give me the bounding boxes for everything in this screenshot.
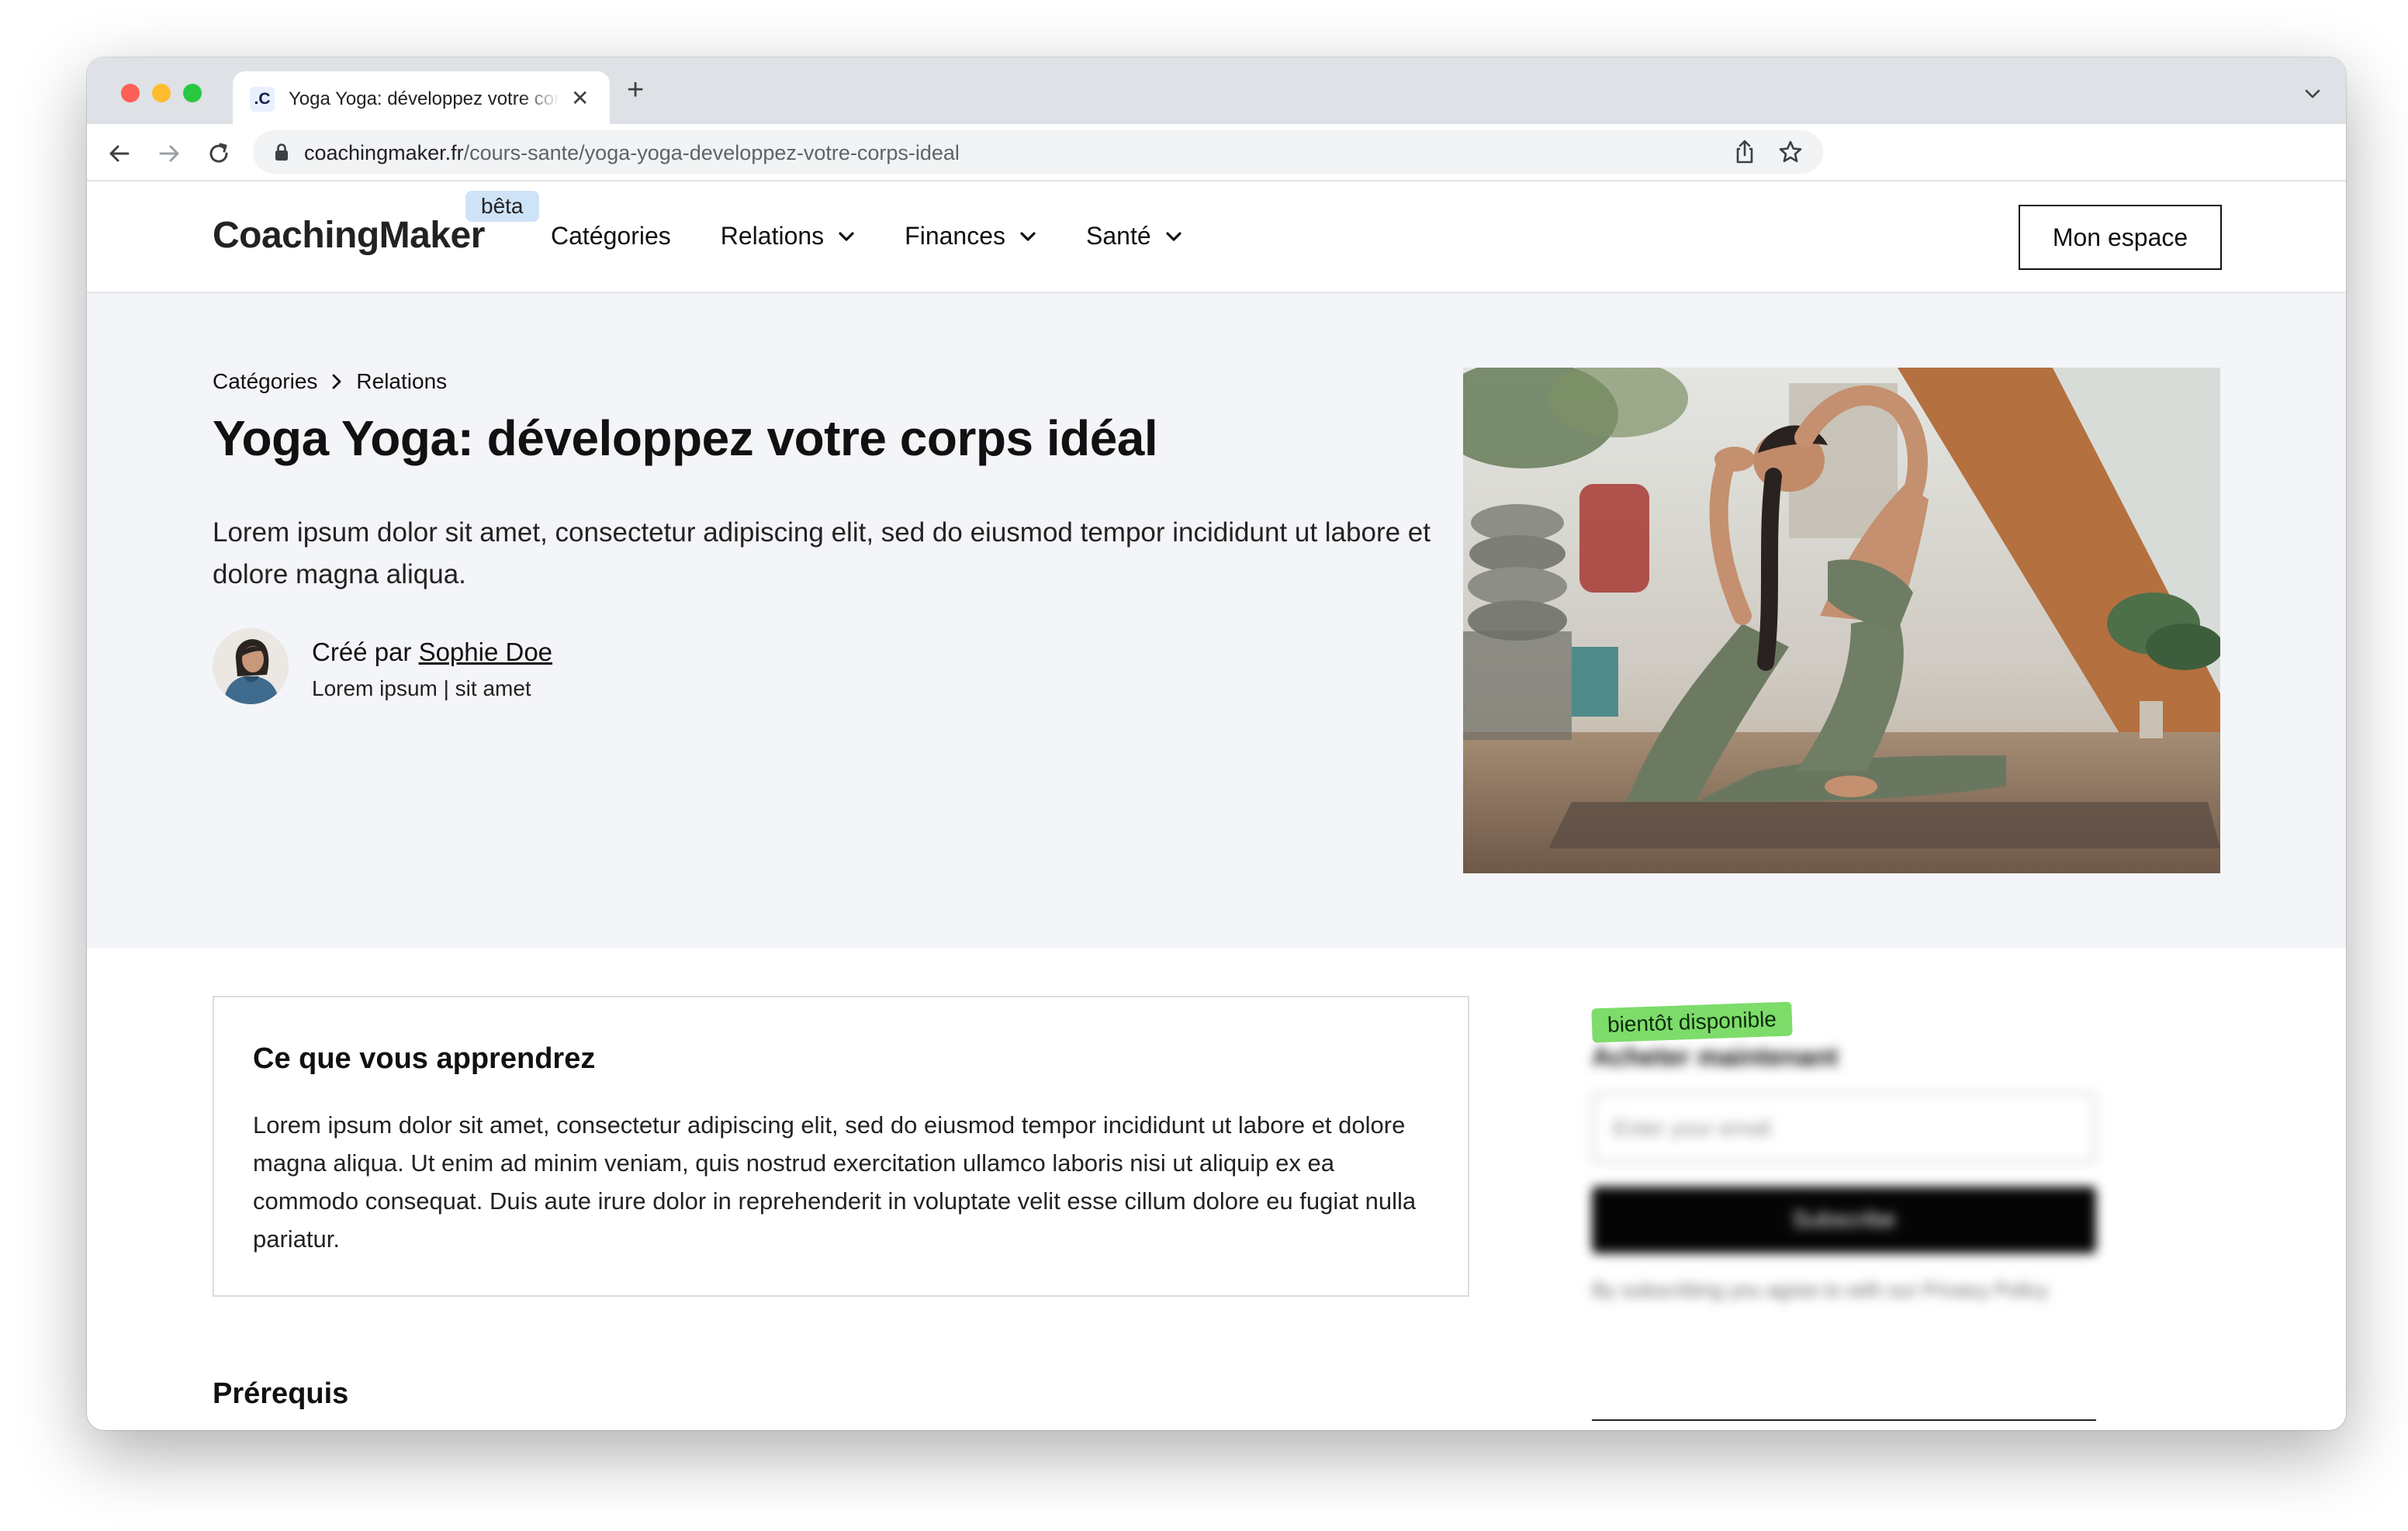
author-subtitle: Lorem ipsum | sit amet	[312, 676, 531, 700]
tab-search-chevron-icon[interactable]	[2302, 84, 2323, 108]
forward-arrow-icon[interactable]	[155, 140, 183, 168]
chevron-down-icon	[1166, 231, 1182, 241]
maximize-window-button[interactable]	[183, 84, 202, 102]
reload-icon[interactable]	[205, 140, 233, 168]
browser-tab[interactable]: .C Yoga Yoga: développez votre corps idé…	[233, 71, 610, 124]
site-favicon-icon: .C	[250, 87, 275, 112]
nav-item-label: Catégories	[551, 222, 671, 250]
yoga-hero-image	[1463, 368, 2220, 873]
minimize-window-button[interactable]	[152, 84, 171, 102]
author-link[interactable]: Sophie Doe	[419, 638, 552, 666]
author-line: Créé par Sophie Doe	[312, 638, 552, 667]
beta-badge: bêta	[465, 191, 539, 222]
bookmark-star-icon[interactable]	[1778, 140, 1803, 168]
chevron-down-icon	[1020, 231, 1036, 241]
tab-title: Yoga Yoga: développez votre corps idéal	[289, 88, 560, 109]
browser-toolbar: coachingmaker.fr/cours-sante/yoga-yoga-d…	[87, 124, 2346, 181]
course-hero: Catégories Relations Yoga Yoga: développ…	[87, 293, 2346, 948]
nav-item-label: Santé	[1086, 222, 1151, 250]
privacy-note: By subscribing you agree to with our Pri…	[1592, 1278, 2049, 1301]
nav-item-label: Finances	[905, 222, 1005, 250]
url-text[interactable]: coachingmaker.fr/cours-sante/yoga-yoga-d…	[304, 141, 960, 165]
site-header: CoachingMaker bêta Catégories Relations …	[87, 181, 2346, 293]
purchase-sidebar: bientôt disponible Acheter maintenant En…	[1591, 988, 2104, 1422]
tab-close-icon[interactable]: ✕	[571, 85, 589, 111]
address-bar[interactable]: coachingmaker.fr/cours-sante/yoga-yoga-d…	[253, 130, 1823, 174]
author-prefix: Créé par	[312, 638, 412, 666]
breadcrumb-item-relations[interactable]: Relations	[356, 369, 447, 394]
nav-item-finances[interactable]: Finances	[905, 222, 1036, 251]
learn-card: Ce que vous apprendrez Lorem ipsum dolor…	[213, 996, 1469, 1297]
site-logo[interactable]: CoachingMaker	[213, 214, 485, 257]
course-description: Lorem ipsum dolor sit amet, consectetur …	[213, 517, 1431, 589]
coming-soon-badge: bientôt disponible	[1591, 1001, 1793, 1043]
main-nav: Catégories Relations Finances Santé	[551, 222, 1232, 251]
learn-title: Ce que vous apprendrez	[253, 1042, 596, 1075]
tab-strip: .C Yoga Yoga: développez votre corps idé…	[87, 57, 2346, 124]
page-viewport: CoachingMaker bêta Catégories Relations …	[87, 181, 2346, 1430]
nav-item-relations[interactable]: Relations	[721, 222, 855, 251]
close-window-button[interactable]	[121, 84, 140, 102]
prerequisites-title: Prérequis	[213, 1377, 349, 1410]
chevron-down-icon	[839, 231, 854, 241]
nav-item-categories[interactable]: Catégories	[551, 222, 671, 251]
back-arrow-icon[interactable]	[106, 140, 133, 168]
email-field[interactable]: Enter your email	[1592, 1092, 2096, 1163]
chevron-right-icon	[333, 374, 341, 389]
nav-item-label: Relations	[720, 222, 825, 250]
nav-item-sante[interactable]: Santé	[1086, 222, 1182, 251]
mon-espace-button[interactable]: Mon espace	[2019, 205, 2222, 270]
breadcrumb-item-categories[interactable]: Catégories	[213, 369, 317, 394]
breadcrumb: Catégories Relations	[213, 369, 447, 394]
subscribe-button[interactable]: Subscribe	[1592, 1187, 2096, 1253]
learn-text: Lorem ipsum dolor sit amet, consectetur …	[253, 1111, 1417, 1253]
avatar	[213, 628, 289, 704]
sidebar-divider	[1592, 1419, 2096, 1421]
lock-icon[interactable]	[275, 143, 289, 165]
share-icon[interactable]	[1733, 140, 1756, 168]
purchase-heading: Acheter maintenant	[1592, 1042, 1839, 1072]
new-tab-button[interactable]: +	[627, 74, 644, 105]
browser-window: .C Yoga Yoga: développez votre corps idé…	[87, 57, 2346, 1430]
page-title: Yoga Yoga: développez votre corps idéal	[213, 410, 1158, 466]
